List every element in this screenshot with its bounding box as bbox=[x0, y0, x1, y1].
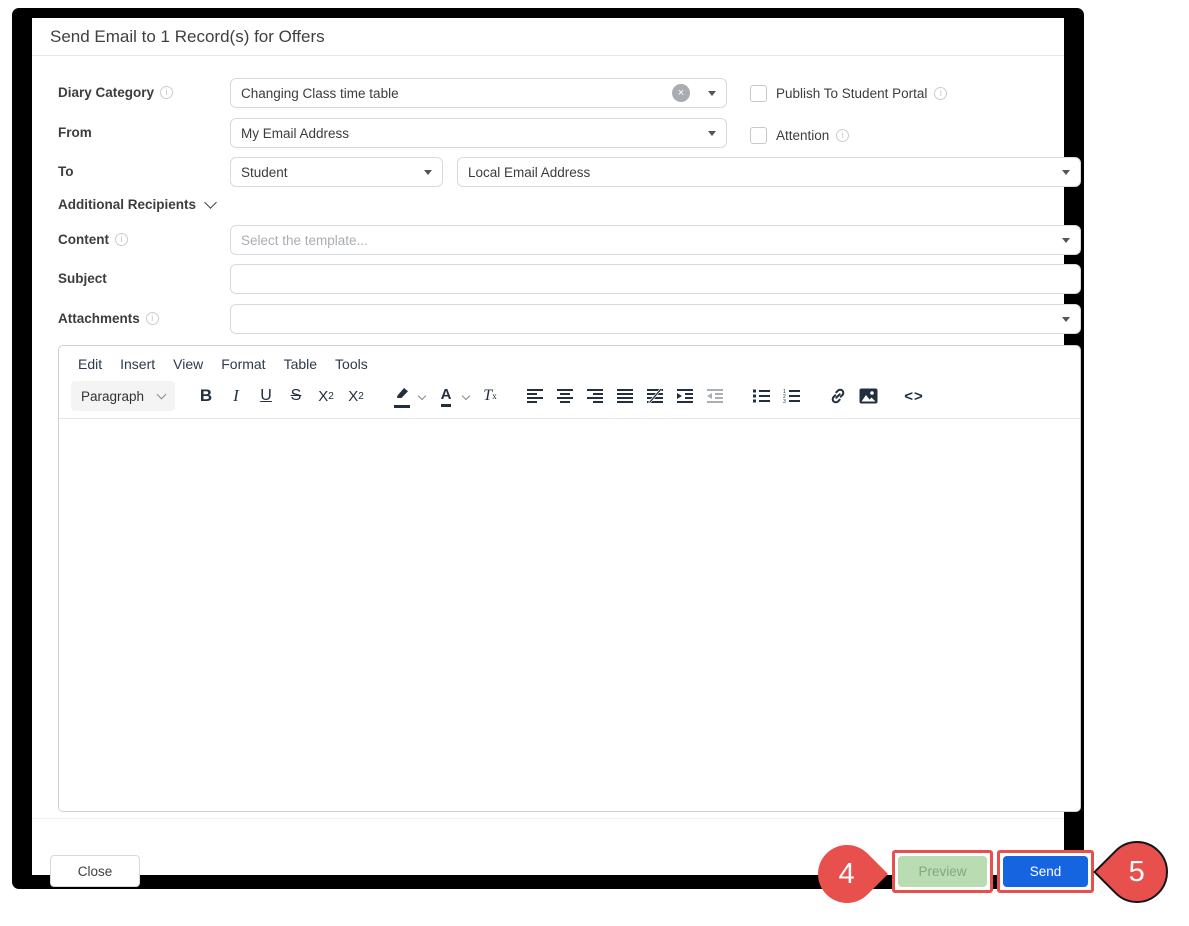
from-select[interactable]: My Email Address bbox=[230, 118, 727, 148]
menu-format[interactable]: Format bbox=[212, 352, 274, 376]
info-icon: i bbox=[934, 87, 947, 100]
source-code-button[interactable]: <> bbox=[899, 382, 929, 410]
from-value: My Email Address bbox=[241, 126, 700, 141]
modal-header: Send Email to 1 Record(s) for Offers bbox=[32, 18, 1064, 56]
menu-edit[interactable]: Edit bbox=[69, 352, 111, 376]
diary-category-label: Diary Category i bbox=[58, 85, 173, 100]
publish-to-student-portal-row: Publish To Student Portal i bbox=[750, 85, 947, 102]
align-right-button[interactable] bbox=[581, 382, 611, 410]
clear-icon[interactable]: × bbox=[672, 84, 690, 102]
superscript-button[interactable]: X2 bbox=[341, 382, 371, 410]
content-template-placeholder: Select the template... bbox=[241, 233, 1054, 248]
send-email-modal: Send Email to 1 Record(s) for Offers Dia… bbox=[12, 8, 1084, 889]
attention-checkbox[interactable] bbox=[750, 127, 767, 144]
content-template-select[interactable]: Select the template... bbox=[230, 225, 1081, 255]
highlight-color-button[interactable] bbox=[387, 382, 417, 410]
paragraph-format-select[interactable]: Paragraph bbox=[71, 381, 175, 411]
underline-button[interactable]: U bbox=[251, 382, 281, 410]
outdent-button[interactable] bbox=[701, 382, 731, 410]
close-button[interactable]: Close bbox=[50, 855, 140, 887]
align-center-button[interactable] bbox=[551, 382, 581, 410]
strikethrough-button[interactable]: S bbox=[281, 382, 311, 410]
subject-label: Subject bbox=[58, 271, 107, 286]
attention-row: Attention i bbox=[750, 127, 849, 144]
clear-formatting-button[interactable]: Tx bbox=[475, 382, 505, 410]
attachments-select[interactable] bbox=[230, 304, 1081, 334]
to-recipient-type-value: Student bbox=[241, 165, 416, 180]
footer-divider bbox=[32, 818, 1064, 819]
to-address-type-value: Local Email Address bbox=[468, 165, 1054, 180]
caret-down-icon[interactable] bbox=[1062, 170, 1070, 175]
additional-recipients-toggle[interactable]: Additional Recipients bbox=[58, 197, 215, 212]
editor-menubar: Edit Insert View Format Table Tools bbox=[59, 346, 1080, 376]
caret-down-icon[interactable] bbox=[1062, 317, 1070, 322]
numbered-list-button[interactable]: 123 bbox=[777, 382, 807, 410]
align-none-button[interactable] bbox=[641, 382, 671, 410]
caret-down-icon[interactable] bbox=[424, 170, 432, 175]
info-icon: i bbox=[160, 86, 173, 99]
align-left-button[interactable] bbox=[521, 382, 551, 410]
send-button[interactable]: Send bbox=[1003, 856, 1088, 887]
attention-label: Attention bbox=[776, 128, 829, 143]
info-icon: i bbox=[146, 312, 159, 325]
publish-to-student-portal-label: Publish To Student Portal bbox=[776, 86, 927, 101]
marker-pen-icon bbox=[394, 385, 410, 408]
menu-table[interactable]: Table bbox=[275, 352, 326, 376]
preview-button[interactable]: Preview bbox=[898, 856, 987, 887]
image-icon[interactable] bbox=[853, 382, 883, 410]
subject-input[interactable] bbox=[230, 264, 1081, 294]
callout-step-5: 5 bbox=[1093, 828, 1181, 916]
align-justify-button[interactable] bbox=[611, 382, 641, 410]
editor-toolbar: Paragraph B I U S X2 X2 bbox=[59, 376, 1080, 419]
chevron-down-icon bbox=[157, 390, 167, 400]
indent-button[interactable] bbox=[671, 382, 701, 410]
chevron-down-icon[interactable] bbox=[462, 392, 470, 400]
menu-insert[interactable]: Insert bbox=[111, 352, 164, 376]
text-color-a-icon: A bbox=[441, 386, 452, 407]
editor-content-area[interactable] bbox=[59, 419, 1080, 812]
link-icon[interactable] bbox=[823, 382, 853, 410]
diary-category-value: Changing Class time table bbox=[241, 86, 672, 101]
caret-down-icon[interactable] bbox=[708, 131, 716, 136]
attachments-label: Attachments i bbox=[58, 311, 159, 326]
to-recipient-type-select[interactable]: Student bbox=[230, 157, 443, 187]
to-address-type-select[interactable]: Local Email Address bbox=[457, 157, 1081, 187]
screen: Send Email to 1 Record(s) for Offers Dia… bbox=[0, 0, 1189, 926]
text-color-button[interactable]: A bbox=[431, 382, 461, 410]
preview-highlight-box: Preview bbox=[892, 850, 993, 893]
from-label: From bbox=[58, 125, 92, 140]
rich-text-editor: Edit Insert View Format Table Tools Para… bbox=[58, 345, 1081, 812]
publish-to-student-portal-checkbox[interactable] bbox=[750, 85, 767, 102]
menu-tools[interactable]: Tools bbox=[326, 352, 377, 376]
svg-text:3: 3 bbox=[783, 399, 786, 403]
diary-category-select[interactable]: Changing Class time table × bbox=[230, 78, 727, 108]
bullet-list-button[interactable] bbox=[747, 382, 777, 410]
chevron-down-icon[interactable] bbox=[418, 392, 426, 400]
send-highlight-box: Send bbox=[997, 850, 1094, 893]
caret-down-icon[interactable] bbox=[1062, 238, 1070, 243]
info-icon: i bbox=[115, 233, 128, 246]
chevron-down-icon[interactable] bbox=[204, 196, 217, 209]
menu-view[interactable]: View bbox=[164, 352, 212, 376]
info-icon: i bbox=[836, 129, 849, 142]
modal-title: Send Email to 1 Record(s) for Offers bbox=[50, 27, 325, 47]
to-label: To bbox=[58, 164, 74, 179]
italic-button[interactable]: I bbox=[221, 382, 251, 410]
bold-button[interactable]: B bbox=[191, 382, 221, 410]
subscript-button[interactable]: X2 bbox=[311, 382, 341, 410]
content-label: Content i bbox=[58, 232, 128, 247]
caret-down-icon[interactable] bbox=[708, 91, 716, 96]
